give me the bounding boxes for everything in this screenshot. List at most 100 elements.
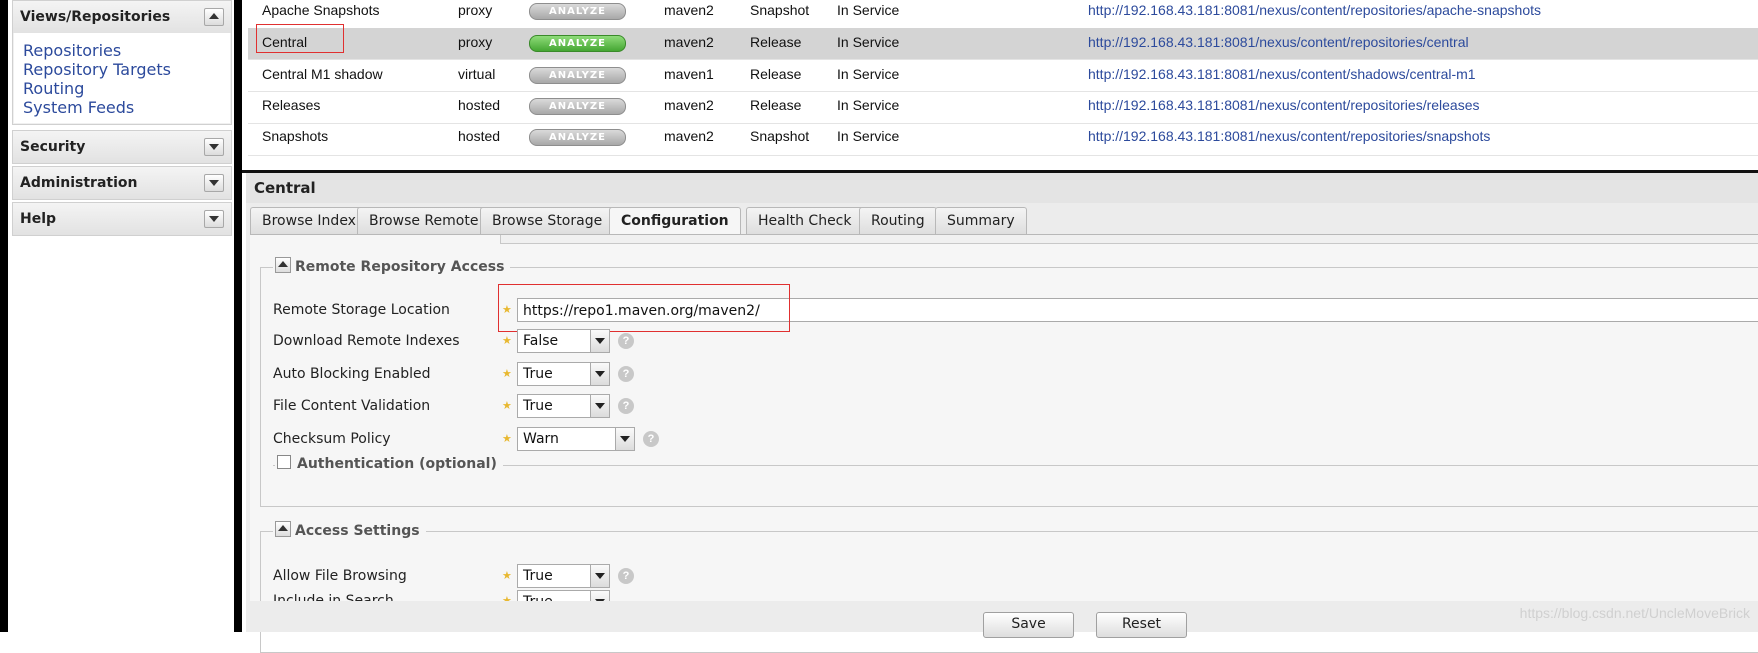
required-star-icon: ★: [502, 433, 512, 445]
remote-repository-access-fieldset: Remote Repository Access Remote Storage …: [260, 257, 1758, 507]
analyze-button[interactable]: ANALYZE: [529, 3, 626, 20]
repo-url[interactable]: http://192.168.43.181:8081/nexus/content…: [1088, 0, 1541, 20]
file-browsing-value: True: [523, 568, 553, 584]
file-validation-value: True: [523, 398, 553, 414]
repo-url[interactable]: http://192.168.43.181:8081/nexus/content…: [1088, 95, 1480, 115]
reset-button[interactable]: Reset: [1096, 612, 1187, 638]
repo-name: Central M1 shadow: [262, 66, 383, 82]
checksum-select[interactable]: Warn: [517, 427, 635, 451]
nav-link-repository-targets[interactable]: Repository Targets: [23, 60, 230, 79]
chevron-down-icon[interactable]: [590, 330, 609, 352]
file-validation-select[interactable]: True: [517, 394, 610, 418]
repo-status: In Service: [837, 97, 900, 113]
tab-configuration[interactable]: Configuration: [609, 207, 741, 235]
repo-policy: Release: [750, 66, 802, 82]
download-indexes-select[interactable]: False: [517, 329, 610, 353]
help-icon[interactable]: ?: [618, 398, 634, 414]
views-repositories-links: Repositories Repository Targets Routing …: [14, 33, 230, 123]
detail-title: Central: [246, 173, 1758, 203]
security-title: Security: [20, 139, 86, 155]
analyze-button[interactable]: ANALYZE: [529, 98, 626, 115]
repo-policy: Release: [750, 34, 802, 50]
repo-policy: Release: [750, 97, 802, 113]
collapse-icon[interactable]: [275, 521, 291, 537]
analyze-button[interactable]: ANALYZE: [529, 35, 626, 52]
file-browsing-label: Allow File Browsing: [273, 568, 407, 584]
repo-url[interactable]: http://192.168.43.181:8081/nexus/content…: [1088, 126, 1490, 146]
repo-name: Releases: [262, 97, 321, 113]
nav-link-system-feeds[interactable]: System Feeds: [23, 98, 230, 117]
repo-status: In Service: [837, 128, 900, 144]
required-star-icon: ★: [502, 570, 512, 582]
download-indexes-value: False: [523, 333, 559, 349]
repository-detail-panel: Central Browse Index Browse Remote Brows…: [246, 173, 1758, 653]
repo-policy: Snapshot: [750, 128, 810, 144]
table-row[interactable]: Snapshots hosted ANALYZE maven2 Snapshot…: [248, 124, 1758, 156]
highlight-box: [256, 24, 344, 53]
remote-access-legend: Remote Repository Access: [295, 259, 505, 275]
highlight-box: [498, 284, 790, 332]
chevron-down-icon[interactable]: [590, 395, 609, 417]
access-settings-legend: Access Settings: [295, 523, 420, 539]
expand-icon[interactable]: [204, 174, 224, 192]
nav-link-repositories[interactable]: Repositories: [23, 41, 230, 60]
help-icon[interactable]: ?: [618, 366, 634, 382]
table-row[interactable]: Central M1 shadow virtual ANALYZE maven1…: [248, 60, 1758, 92]
tab-routing[interactable]: Routing: [859, 207, 937, 234]
chevron-down-icon[interactable]: [590, 565, 609, 587]
file-validation-label: File Content Validation: [273, 398, 431, 414]
administration-panel[interactable]: Administration: [12, 166, 232, 200]
repo-policy: Snapshot: [750, 2, 810, 18]
help-panel[interactable]: Help: [12, 202, 232, 236]
repo-url[interactable]: http://192.168.43.181:8081/nexus/content…: [1088, 64, 1476, 84]
repo-status: In Service: [837, 34, 900, 50]
table-row[interactable]: Releases hosted ANALYZE maven2 Release I…: [248, 92, 1758, 124]
save-button[interactable]: Save: [983, 612, 1074, 638]
tab-health-check[interactable]: Health Check: [746, 207, 864, 234]
watermark: https://blog.csdn.net/UncleMoveBrick: [1519, 605, 1750, 621]
repo-status: In Service: [837, 66, 900, 82]
administration-title: Administration: [20, 175, 138, 191]
tab-browse-index[interactable]: Browse Index: [250, 207, 368, 234]
repo-type: proxy: [458, 2, 493, 18]
chevron-down-icon[interactable]: [590, 363, 609, 385]
required-star-icon: ★: [502, 368, 512, 380]
tab-summary[interactable]: Summary: [935, 207, 1027, 234]
required-star-icon: ★: [502, 335, 512, 347]
help-title: Help: [20, 211, 57, 227]
views-repositories-panel: Views/Repositories Repositories Reposito…: [12, 0, 232, 125]
repo-format: maven2: [664, 2, 714, 18]
collapse-icon[interactable]: [275, 257, 291, 273]
collapse-icon[interactable]: [204, 8, 224, 26]
repo-format: maven2: [664, 128, 714, 144]
tab-browse-storage[interactable]: Browse Storage: [480, 207, 615, 234]
analyze-button[interactable]: ANALYZE: [529, 67, 626, 84]
chevron-down-icon[interactable]: [615, 428, 634, 450]
sidebar: Views/Repositories Repositories Reposito…: [8, 0, 234, 632]
repo-status: In Service: [837, 2, 900, 18]
repo-name: Snapshots: [262, 128, 329, 144]
nav-link-routing[interactable]: Routing: [23, 79, 230, 98]
repo-format: maven2: [664, 97, 714, 113]
views-repositories-header[interactable]: Views/Repositories: [13, 1, 231, 33]
auto-blocking-select[interactable]: True: [517, 362, 610, 386]
repo-type: hosted: [458, 128, 501, 144]
required-star-icon: ★: [502, 400, 512, 412]
expand-icon[interactable]: [204, 210, 224, 228]
help-icon[interactable]: ?: [618, 333, 634, 349]
file-browsing-select[interactable]: True: [517, 564, 610, 588]
expand-icon[interactable]: [204, 138, 224, 156]
security-panel[interactable]: Security: [12, 130, 232, 164]
repo-format: maven1: [664, 66, 714, 82]
authentication-legend: Authentication (optional): [297, 456, 497, 472]
repo-type: hosted: [458, 97, 501, 113]
analyze-button[interactable]: ANALYZE: [529, 129, 626, 146]
tab-browse-remote[interactable]: Browse Remote: [357, 207, 491, 234]
table-row-selected[interactable]: Central proxy ANALYZE maven2 Release In …: [248, 28, 1758, 60]
help-icon[interactable]: ?: [618, 568, 634, 584]
authentication-checkbox[interactable]: [277, 455, 291, 469]
checksum-label: Checksum Policy: [273, 431, 391, 447]
auto-blocking-label: Auto Blocking Enabled: [273, 366, 431, 382]
help-icon[interactable]: ?: [643, 431, 659, 447]
repo-url[interactable]: http://192.168.43.181:8081/nexus/content…: [1088, 32, 1469, 52]
